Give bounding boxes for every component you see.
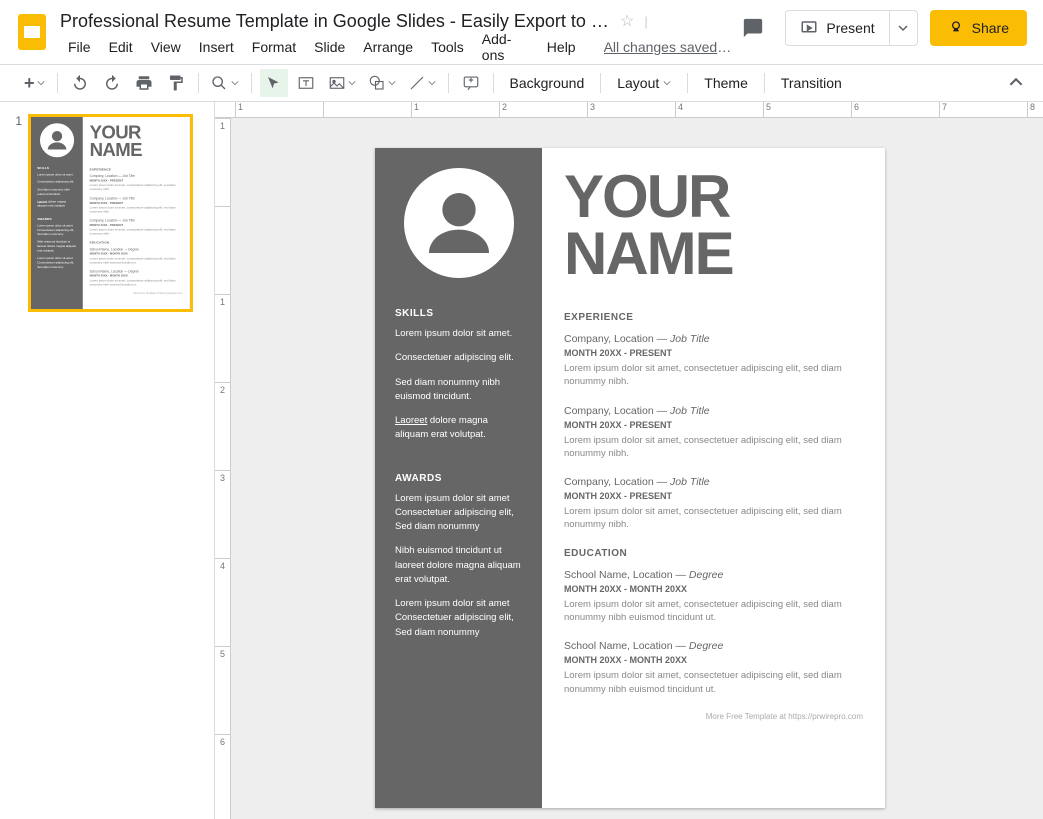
menu-edit[interactable]: Edit <box>101 35 141 59</box>
footer-link[interactable]: More Free Template at https://prwirepro.… <box>564 712 863 721</box>
skills-heading[interactable]: SKILLS <box>395 308 522 319</box>
transition-button[interactable]: Transition <box>773 69 850 97</box>
experience-item[interactable]: Company, Location — Job Title MONTH 20XX… <box>90 219 183 236</box>
menu-addons[interactable]: Add-ons <box>474 27 537 67</box>
share-button[interactable]: Share <box>930 10 1027 46</box>
thumb-number: 1 <box>8 114 22 312</box>
slide-thumbnail-1[interactable]: 1 SKILLS Lorem ipsum dolor sit amet. Con… <box>8 114 206 312</box>
slide-canvas[interactable]: SKILLS Lorem ipsum dolor sit amet. Conse… <box>31 117 189 312</box>
skill-item[interactable]: Consectetuer adipiscing elit. <box>395 351 522 365</box>
share-label: Share <box>972 20 1009 36</box>
award-item[interactable]: Nibh euismod tincidunt ut laoreet dolore… <box>37 240 76 253</box>
menu-view[interactable]: View <box>143 35 189 59</box>
resume-name[interactable]: YOURNAME <box>90 123 183 158</box>
education-item[interactable]: School Name, Location — Degree MONTH 20X… <box>564 640 863 696</box>
menu-arrange[interactable]: Arrange <box>355 35 421 59</box>
title-area: Professional Resume Template in Google S… <box>60 8 733 60</box>
award-item[interactable]: Lorem ipsum dolor sit amet Consectetuer … <box>37 223 76 236</box>
experience-heading[interactable]: EXPERIENCE <box>564 312 863 323</box>
present-dropdown[interactable] <box>889 11 917 45</box>
slide-canvas[interactable]: SKILLS Lorem ipsum dolor sit amet. Conse… <box>375 148 885 808</box>
slide-panel[interactable]: 1 SKILLS Lorem ipsum dolor sit amet. Con… <box>0 102 215 819</box>
education-item[interactable]: School Name, Location — Degree MONTH 20X… <box>90 247 183 264</box>
avatar-placeholder[interactable] <box>404 168 514 278</box>
collapse-toolbar-icon[interactable] <box>1009 75 1023 92</box>
background-button[interactable]: Background <box>502 69 593 97</box>
award-item[interactable]: Nibh euismod tincidunt ut laoreet dolore… <box>395 544 522 587</box>
select-tool[interactable] <box>260 69 288 97</box>
award-item[interactable]: Lorem ipsum dolor sit amet Consectetuer … <box>37 256 76 269</box>
shape-tool[interactable] <box>364 69 400 97</box>
resume-name[interactable]: YOURNAME <box>564 168 863 282</box>
undo-button[interactable] <box>66 69 94 97</box>
experience-item[interactable]: Company, Location — Job Title MONTH 20XX… <box>90 197 183 214</box>
resume-main[interactable]: YOURNAME EXPERIENCE Company, Location — … <box>542 148 885 808</box>
avatar-placeholder[interactable] <box>40 123 74 157</box>
resume-sidebar[interactable]: SKILLS Lorem ipsum dolor sit amet. Conse… <box>31 117 83 312</box>
menu-slide[interactable]: Slide <box>306 35 353 59</box>
education-heading[interactable]: EDUCATION <box>90 241 183 244</box>
present-button[interactable]: Present <box>785 10 917 46</box>
skill-item[interactable]: Laoreet Laoreet dolore magna aliquam era… <box>37 199 76 208</box>
zoom-button[interactable] <box>207 69 243 97</box>
toolbar: + Background Layout Theme Transition <box>0 64 1043 102</box>
star-icon[interactable]: ☆ <box>620 11 634 31</box>
canvas-area[interactable]: 112345678 1123456 SKILLS Lorem ipsum dol… <box>215 102 1043 819</box>
skill-item[interactable]: Laoreet Laoreet dolore magna aliquam era… <box>395 414 522 443</box>
slides-logo[interactable] <box>12 12 52 52</box>
skill-item[interactable]: Lorem ipsum dolor sit amet. <box>37 172 76 176</box>
comment-tool[interactable] <box>457 69 485 97</box>
footer-link[interactable]: More Free Template at https://prwirepro.… <box>90 292 183 295</box>
award-item[interactable]: Lorem ipsum dolor sit amet Consectetuer … <box>395 492 522 535</box>
skill-item[interactable]: Lorem ipsum dolor sit amet. <box>395 327 522 341</box>
theme-button[interactable]: Theme <box>696 69 756 97</box>
resume-sidebar[interactable]: SKILLS Lorem ipsum dolor sit amet. Conse… <box>375 148 542 808</box>
menu-help[interactable]: Help <box>539 35 584 59</box>
experience-item[interactable]: Company, Location — Job Title MONTH 20XX… <box>90 174 183 191</box>
menu-file[interactable]: File <box>60 35 99 59</box>
header-right: Present Share <box>733 8 1027 48</box>
main-area: 1 SKILLS Lorem ipsum dolor sit amet. Con… <box>0 102 1043 819</box>
ruler-vertical: 1123456 <box>215 118 231 819</box>
experience-item[interactable]: Company, Location — Job Title MONTH 20XX… <box>564 333 863 389</box>
awards-heading[interactable]: AWARDS <box>395 473 522 484</box>
menubar: File Edit View Insert Format Slide Arran… <box>60 34 733 60</box>
education-item[interactable]: School Name, Location — Degree MONTH 20X… <box>564 569 863 625</box>
menu-tools[interactable]: Tools <box>423 35 472 59</box>
save-status[interactable]: All changes saved in ... <box>604 39 734 55</box>
menu-format[interactable]: Format <box>244 35 304 59</box>
layout-button[interactable]: Layout <box>609 69 679 97</box>
education-item[interactable]: School Name, Location — Degree MONTH 20X… <box>90 270 183 287</box>
experience-heading[interactable]: EXPERIENCE <box>90 168 183 171</box>
textbox-tool[interactable] <box>292 69 320 97</box>
comments-icon[interactable] <box>733 8 773 48</box>
skill-item[interactable]: Sed diam nonummy nibh euismod tincidunt. <box>395 376 522 405</box>
resume-main[interactable]: YOURNAME EXPERIENCE Company, Location — … <box>83 117 189 312</box>
skills-heading[interactable]: SKILLS <box>37 167 76 170</box>
image-tool[interactable] <box>324 69 360 97</box>
paint-format-button[interactable] <box>162 69 190 97</box>
awards-heading[interactable]: AWARDS <box>37 218 76 221</box>
menu-insert[interactable]: Insert <box>191 35 242 59</box>
line-tool[interactable] <box>404 69 440 97</box>
skill-item[interactable]: Sed diam nonummy nibh euismod tincidunt. <box>37 188 76 197</box>
skill-item[interactable]: Consectetuer adipiscing elit. <box>37 180 76 184</box>
app-header: Professional Resume Template in Google S… <box>0 0 1043 64</box>
present-label: Present <box>826 20 874 36</box>
award-item[interactable]: Lorem ipsum dolor sit amet Consectetuer … <box>395 597 522 640</box>
print-button[interactable] <box>130 69 158 97</box>
redo-button[interactable] <box>98 69 126 97</box>
experience-item[interactable]: Company, Location — Job Title MONTH 20XX… <box>564 476 863 532</box>
new-slide-button[interactable]: + <box>20 69 49 97</box>
experience-item[interactable]: Company, Location — Job Title MONTH 20XX… <box>564 405 863 461</box>
ruler-horizontal: 112345678 <box>215 102 1043 118</box>
education-heading[interactable]: EDUCATION <box>564 548 863 559</box>
